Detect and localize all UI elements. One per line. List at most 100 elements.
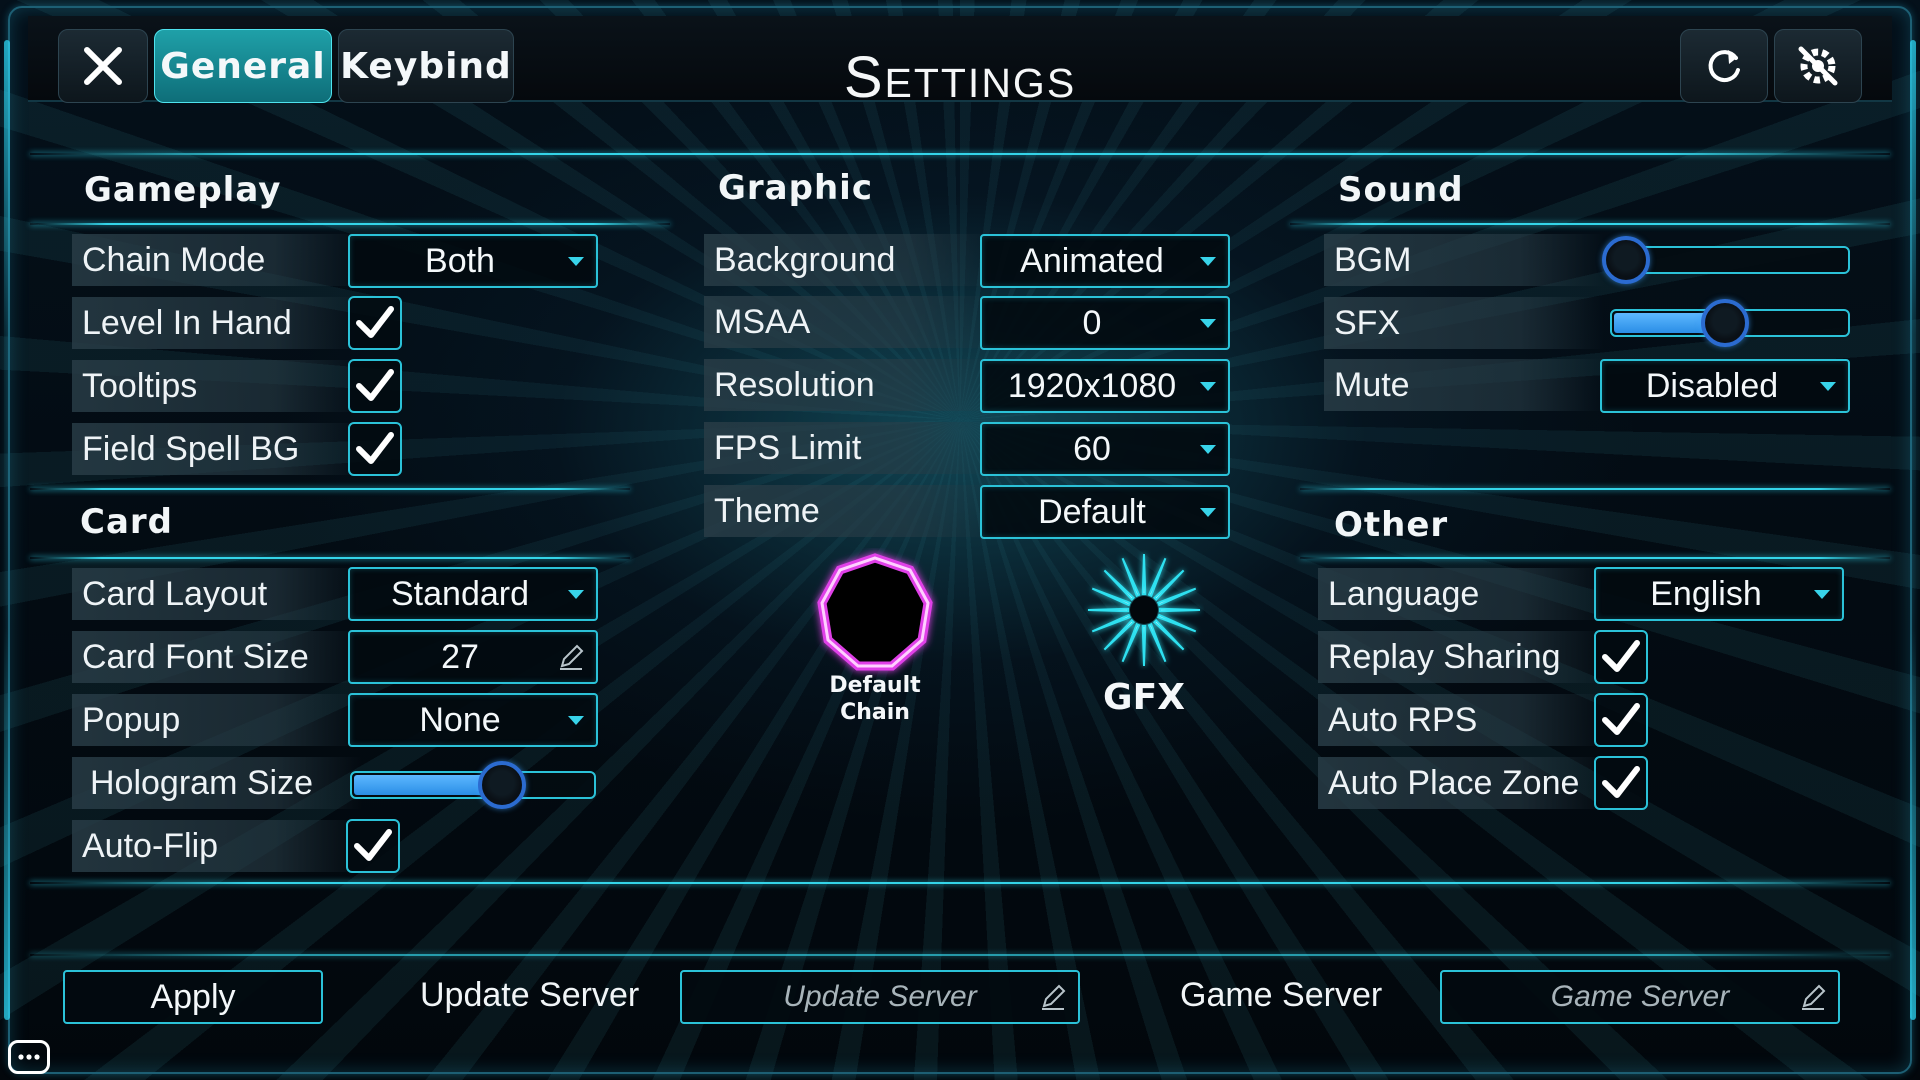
- top-bar: General Keybind Settings: [28, 16, 1892, 110]
- default-chain-caption-line2: Chain: [840, 700, 910, 725]
- gfx-button[interactable]: [1084, 550, 1204, 670]
- reset-settings-button[interactable]: [1774, 29, 1862, 103]
- label-field-spell-bg: Field Spell BG: [72, 423, 362, 475]
- pencil-icon: [1802, 984, 1826, 1010]
- dropdown-mute-value: Disabled: [1645, 366, 1779, 405]
- dropdown-msaa-value: 0: [1082, 303, 1102, 342]
- game-server-input[interactable]: Game Server: [1440, 970, 1840, 1024]
- label-chain-mode: Chain Mode: [72, 234, 362, 286]
- slider-sfx[interactable]: [1610, 299, 1850, 347]
- chat-icon: [18, 1054, 40, 1060]
- checkbox-field-spell-bg[interactable]: [348, 422, 402, 476]
- default-chain-caption-line1: Default: [829, 673, 921, 698]
- checkbox-auto-flip[interactable]: [346, 819, 400, 873]
- label-hologram-size: Hologram Size: [72, 757, 362, 809]
- chevron-down-icon: [568, 257, 584, 266]
- default-chain-caption: Default Chain: [800, 672, 950, 726]
- update-server-label: Update Server: [420, 976, 640, 1014]
- dropdown-language-value: English: [1650, 574, 1762, 613]
- label-auto-rps: Auto RPS: [1318, 694, 1608, 746]
- divider-gameplay: [30, 223, 670, 225]
- frame-glow-right: [1910, 40, 1916, 1020]
- chevron-down-icon: [1814, 590, 1830, 599]
- checkmark-icon: [1602, 703, 1640, 735]
- label-resolution: Resolution: [704, 359, 994, 411]
- checkbox-auto-place-zone[interactable]: [1594, 756, 1648, 810]
- label-bgm: BGM: [1324, 234, 1604, 286]
- slider-bgm[interactable]: [1602, 236, 1850, 284]
- gfx-ray: [1158, 607, 1201, 613]
- divider-card-top: [30, 488, 630, 490]
- label-card-font-size: Card Font Size: [72, 631, 362, 683]
- dropdown-msaa[interactable]: 0: [980, 296, 1230, 350]
- label-auto-place-zone: Auto Place Zone: [1318, 757, 1608, 809]
- pencil-icon: [560, 644, 584, 670]
- label-background: Background: [704, 234, 994, 286]
- checkbox-replay-sharing[interactable]: [1594, 630, 1648, 684]
- frame-glow-left: [4, 40, 10, 1020]
- chat-button[interactable]: [8, 1040, 50, 1074]
- divider-card: [30, 557, 630, 559]
- slider-sfx-knob[interactable]: [1701, 299, 1750, 347]
- dropdown-mute[interactable]: Disabled: [1600, 359, 1850, 413]
- dropdown-language[interactable]: English: [1594, 567, 1844, 621]
- slider-hologram-size-knob[interactable]: [478, 761, 527, 809]
- slider-hologram-size[interactable]: [350, 761, 596, 809]
- refresh-button[interactable]: [1680, 29, 1768, 103]
- label-replay-sharing: Replay Sharing: [1318, 631, 1608, 683]
- checkbox-level-in-hand[interactable]: [348, 296, 402, 350]
- checkmark-icon: [356, 369, 394, 401]
- checkbox-tooltips[interactable]: [348, 359, 402, 413]
- chain-ring-icon: [817, 553, 933, 671]
- chevron-down-icon: [1200, 257, 1216, 266]
- divider-sound: [1290, 223, 1890, 225]
- game-server-label: Game Server: [1180, 976, 1383, 1014]
- input-card-font-size[interactable]: 27: [348, 630, 598, 684]
- chevron-down-icon: [568, 590, 584, 599]
- label-card-layout: Card Layout: [72, 568, 362, 620]
- chevron-down-icon: [1200, 382, 1216, 391]
- chevron-down-icon: [1820, 382, 1836, 391]
- label-level-in-hand: Level In Hand: [72, 297, 362, 349]
- divider-other-top: [1300, 488, 1890, 490]
- dropdown-resolution[interactable]: 1920x1080: [980, 359, 1230, 413]
- label-sfx: SFX: [1324, 297, 1604, 349]
- section-title-gameplay: Gameplay: [84, 170, 282, 210]
- dropdown-chain-mode[interactable]: Both: [348, 234, 598, 288]
- chevron-down-icon: [1200, 445, 1216, 454]
- divider-bottom: [30, 882, 1890, 884]
- gfx-caption: GFX: [1103, 677, 1185, 718]
- label-fps-limit: FPS Limit: [704, 422, 994, 474]
- checkmark-icon: [1602, 766, 1640, 798]
- refresh-icon: [1708, 50, 1740, 83]
- dropdown-theme[interactable]: Default: [980, 485, 1230, 539]
- checkmark-icon: [354, 829, 392, 861]
- dropdown-background[interactable]: Animated: [980, 234, 1230, 288]
- label-msaa: MSAA: [704, 296, 994, 348]
- section-title-card: Card: [80, 502, 174, 542]
- checkmark-icon: [356, 306, 394, 338]
- gfx-ray: [1087, 607, 1130, 613]
- section-title-sound: Sound: [1338, 170, 1464, 210]
- pencil-icon: [1042, 984, 1066, 1010]
- divider-other: [1300, 557, 1890, 559]
- apply-button[interactable]: Apply: [63, 970, 323, 1024]
- update-server-input[interactable]: Update Server: [680, 970, 1080, 1024]
- dropdown-fps-limit[interactable]: 60: [980, 422, 1230, 476]
- game-server-placeholder: Game Server: [1550, 980, 1730, 1013]
- checkbox-auto-rps[interactable]: [1594, 693, 1648, 747]
- label-theme: Theme: [704, 485, 994, 537]
- dropdown-fps-limit-value: 60: [1073, 429, 1111, 468]
- default-chain-button[interactable]: [810, 548, 940, 678]
- dropdown-card-layout[interactable]: Standard: [348, 567, 598, 621]
- slider-bgm-knob[interactable]: [1602, 236, 1650, 284]
- page-title: Settings: [843, 45, 1077, 110]
- dropdown-popup[interactable]: None: [348, 693, 598, 747]
- label-language: Language: [1318, 568, 1608, 620]
- checkmark-icon: [356, 432, 394, 464]
- divider-top: [30, 153, 1890, 155]
- gfx-ray: [1141, 553, 1147, 596]
- chevron-down-icon: [568, 716, 584, 725]
- chevron-down-icon: [1200, 508, 1216, 517]
- dropdown-resolution-value: 1920x1080: [1007, 366, 1177, 405]
